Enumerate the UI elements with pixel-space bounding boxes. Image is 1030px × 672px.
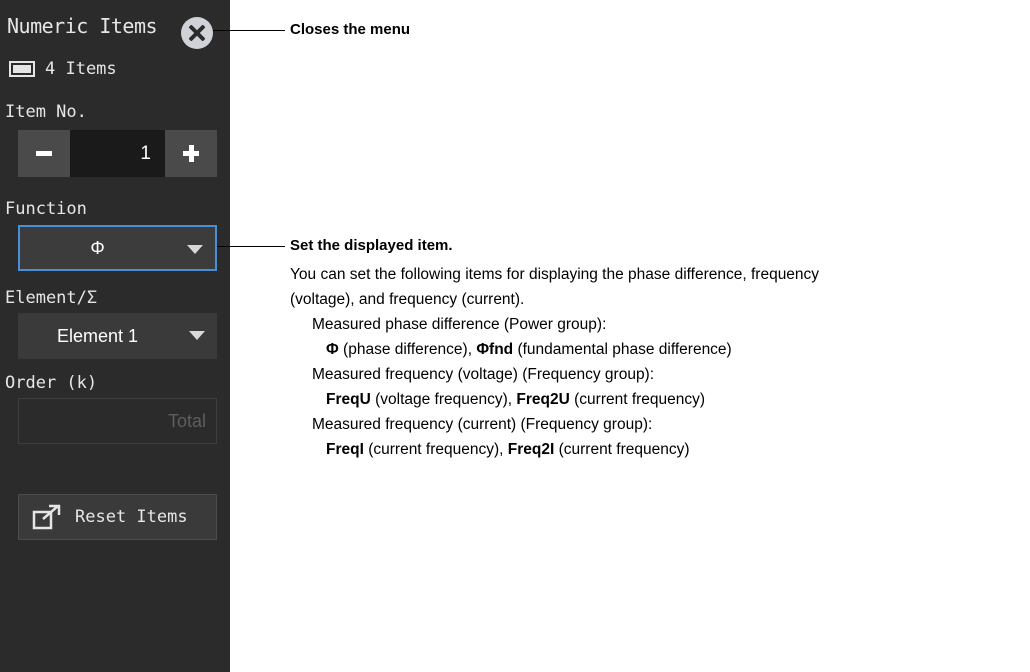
- chevron-down-icon: [187, 245, 203, 254]
- item-desc: (current frequency): [569, 391, 706, 408]
- function-dropdown[interactable]: Φ: [18, 225, 217, 271]
- freq-current-heading: Measured frequency (current) (Frequency …: [312, 416, 653, 433]
- order-value: Total: [167, 411, 206, 431]
- description-line: (voltage), and frequency (current).: [290, 291, 525, 308]
- chevron-down-icon: [189, 331, 205, 340]
- item-desc: (voltage frequency),: [370, 391, 517, 408]
- order-label: Order (k): [5, 373, 98, 393]
- item-name: FreqI: [326, 441, 364, 458]
- function-description: You can set the following items for disp…: [290, 262, 1025, 462]
- numeric-items-panel: Numeric Items 4 Items Item No. 1 Functio…: [0, 0, 230, 672]
- element-value: Element 1: [56, 325, 139, 346]
- items-count-row: 4 Items: [9, 58, 117, 80]
- item-no-stepper: 1: [18, 130, 217, 177]
- item-name: Φfnd: [476, 341, 514, 358]
- item-name: Φ: [326, 341, 339, 358]
- items-count-label: 4 Items: [45, 59, 117, 79]
- close-callout-title: Closes the menu: [290, 21, 411, 38]
- item-name: Freq2I: [507, 441, 555, 458]
- function-leader-line: [217, 246, 285, 247]
- item-name: FreqU: [326, 391, 371, 408]
- order-field: Total: [18, 398, 217, 444]
- item-no-label: Item No.: [5, 102, 87, 122]
- power-group-items: Φ (phase difference), Φfnd (fundamental …: [290, 337, 1025, 362]
- item-desc: (phase difference),: [338, 341, 477, 358]
- function-callout-title: Set the displayed item.: [290, 237, 453, 254]
- decrement-button[interactable]: [18, 130, 70, 177]
- element-label: Element/Σ: [5, 288, 98, 308]
- item-desc: (fundamental phase difference): [513, 341, 732, 358]
- reset-items-label: Reset Items: [75, 507, 188, 527]
- freq-voltage-heading: Measured frequency (voltage) (Frequency …: [312, 366, 655, 383]
- function-label: Function: [5, 199, 87, 219]
- item-desc: (current frequency): [554, 441, 690, 458]
- description-line: You can set the following items for disp…: [290, 266, 820, 283]
- panel-title: Numeric Items: [7, 14, 158, 38]
- freq-current-items: FreqI (current frequency), Freq2I (curre…: [290, 437, 1025, 462]
- close-icon[interactable]: [181, 17, 213, 49]
- close-leader-line: [213, 30, 285, 31]
- increment-button[interactable]: [165, 130, 217, 177]
- item-name: Freq2U: [516, 391, 570, 408]
- item-no-value[interactable]: 1: [70, 130, 165, 177]
- element-dropdown[interactable]: Element 1: [18, 313, 217, 359]
- item-desc: (current frequency),: [363, 441, 508, 458]
- display-layout-icon: [9, 61, 35, 77]
- reset-items-button[interactable]: Reset Items: [18, 494, 217, 540]
- function-value: Φ: [90, 237, 105, 258]
- power-group-heading: Measured phase difference (Power group):: [312, 316, 607, 333]
- external-link-icon: [32, 504, 61, 530]
- freq-voltage-items: FreqU (voltage frequency), Freq2U (curre…: [290, 387, 1025, 412]
